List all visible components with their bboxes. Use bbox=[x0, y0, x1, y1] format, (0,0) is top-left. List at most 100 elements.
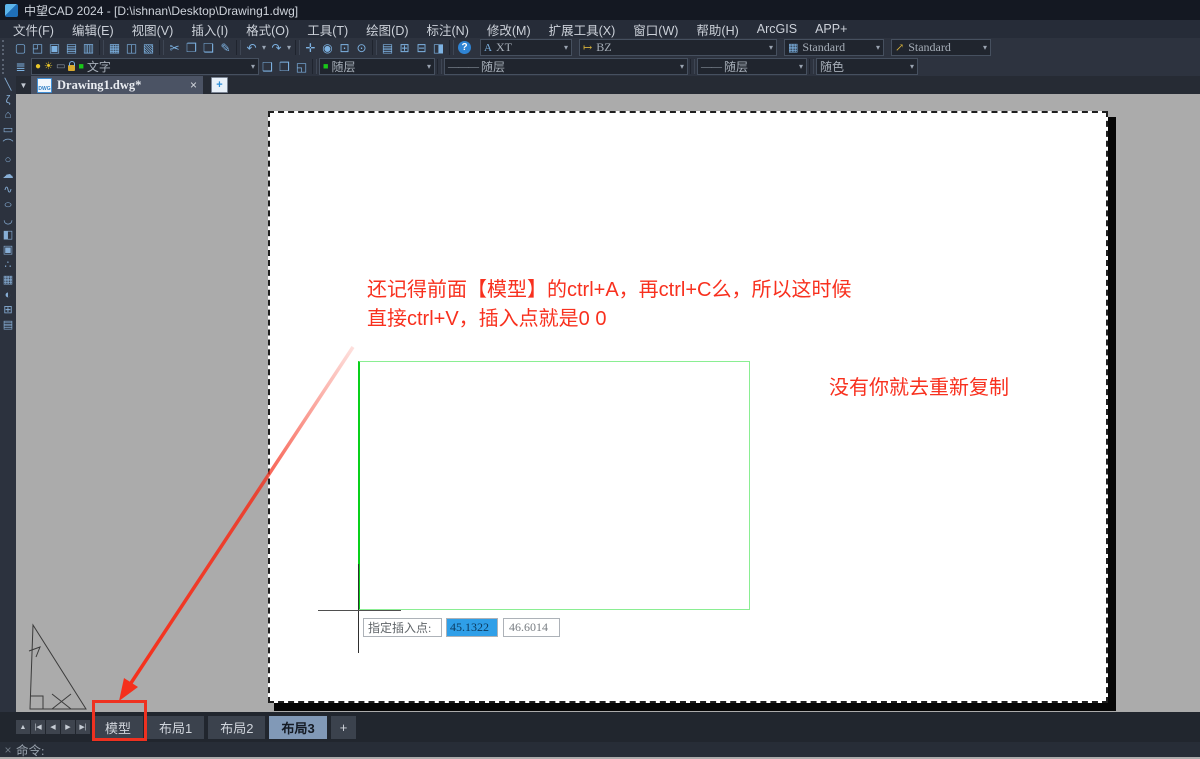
menu-item[interactable]: 窗口(W) bbox=[624, 20, 687, 38]
spline-icon[interactable]: ∿ bbox=[0, 183, 16, 198]
tab-layout2[interactable]: 布局2 bbox=[208, 716, 266, 739]
undo-dropdown-icon[interactable]: ▾ bbox=[260, 39, 268, 56]
gradient-icon[interactable]: ◐ bbox=[0, 288, 16, 303]
copy-icon[interactable]: ❐ bbox=[183, 39, 200, 56]
line-icon[interactable]: ╲ bbox=[0, 78, 16, 93]
chevron-down-icon[interactable]: ▾ bbox=[680, 62, 684, 71]
new-document-button[interactable]: + bbox=[211, 77, 228, 93]
match-properties-icon[interactable]: ✎ bbox=[217, 39, 234, 56]
ellipse-arc-icon[interactable]: ◡ bbox=[0, 213, 16, 228]
save-icon[interactable]: ▣ bbox=[46, 39, 63, 56]
layer-states-icon[interactable]: ◱ bbox=[293, 58, 310, 75]
menu-item[interactable]: 扩展工具(X) bbox=[540, 20, 625, 38]
polygon-icon[interactable]: ⌂ bbox=[0, 108, 16, 123]
tab-layout1[interactable]: 布局1 bbox=[147, 716, 205, 739]
point-icon[interactable]: ∴ bbox=[0, 258, 16, 273]
layout-nav-next-icon[interactable]: ▶ bbox=[61, 720, 75, 734]
design-center-icon[interactable]: ⊞ bbox=[396, 39, 413, 56]
add-layout-button[interactable]: + bbox=[330, 716, 357, 739]
close-icon[interactable]: × bbox=[190, 78, 197, 92]
layout-nav-prev-icon[interactable]: ◀ bbox=[46, 720, 60, 734]
dim-style-dropdown[interactable]: ↦ BZ ▾ bbox=[579, 39, 777, 56]
menu-item[interactable]: ArcGIS bbox=[748, 20, 806, 38]
help-icon[interactable]: ? bbox=[458, 41, 471, 54]
layer-dropdown[interactable]: ● ☀ ▭ ■ 文字 ▾ bbox=[31, 58, 259, 75]
document-tab[interactable]: DWG Drawing1.dwg* × bbox=[31, 76, 203, 94]
save-as-icon[interactable]: ▤ bbox=[63, 39, 80, 56]
rectangle-icon[interactable]: ▭ bbox=[0, 123, 16, 138]
arc-icon[interactable]: ⌒ bbox=[0, 138, 16, 153]
tab-layout3[interactable]: 布局3 bbox=[269, 716, 327, 739]
layer-previous-icon[interactable]: ❒ bbox=[276, 58, 293, 75]
layer-freeze-icon[interactable]: ☀ bbox=[44, 61, 53, 72]
linetype-dropdown[interactable]: ——— 随层 ▾ bbox=[444, 58, 688, 75]
dynamic-input-x[interactable]: 45.1322 bbox=[446, 618, 498, 637]
tool-palettes-icon[interactable]: ⊟ bbox=[413, 39, 430, 56]
chevron-down-icon[interactable]: ▾ bbox=[876, 43, 880, 52]
lineweight-dropdown[interactable]: —— 随层 ▾ bbox=[697, 58, 807, 75]
layout-nav-last-icon[interactable]: ▶| bbox=[76, 720, 90, 734]
publish-icon[interactable]: ▧ bbox=[140, 39, 157, 56]
zoom-realtime-icon[interactable]: ◉ bbox=[319, 39, 336, 56]
insert-block-icon[interactable]: ◧ bbox=[0, 228, 16, 243]
menu-item[interactable]: APP+ bbox=[806, 20, 856, 38]
table-style-dropdown[interactable]: ▦ Standard ▾ bbox=[784, 39, 884, 56]
plot-preview-icon[interactable]: ◫ bbox=[123, 39, 140, 56]
dynamic-input-x-value[interactable]: 45.1322 bbox=[447, 619, 497, 636]
redo-icon[interactable]: ↷ bbox=[268, 39, 285, 56]
menu-item[interactable]: 工具(T) bbox=[298, 20, 357, 38]
menu-item[interactable]: 编辑(E) bbox=[63, 20, 123, 38]
create-block-icon[interactable]: ▣ bbox=[0, 243, 16, 258]
chevron-down-icon[interactable]: ▾ bbox=[799, 62, 803, 71]
layout-nav-up-icon[interactable]: ▲ bbox=[16, 720, 30, 734]
polyline-icon[interactable]: ζ bbox=[0, 93, 16, 108]
open-icon[interactable]: ◰ bbox=[29, 39, 46, 56]
layer-on-icon[interactable]: ● bbox=[35, 61, 41, 72]
save-all-icon[interactable]: ▥ bbox=[80, 39, 97, 56]
close-icon[interactable]: × bbox=[0, 743, 16, 757]
command-line[interactable]: × 命令: bbox=[0, 742, 1200, 758]
revcloud-icon[interactable]: ☁ bbox=[0, 168, 16, 183]
paste-icon[interactable]: ❏ bbox=[200, 39, 217, 56]
chevron-down-icon[interactable]: ▾ bbox=[769, 43, 773, 52]
image-icon[interactable]: ▤ bbox=[0, 318, 16, 333]
text-style-dropdown[interactable]: A XT ▾ bbox=[480, 39, 572, 56]
table-icon[interactable]: ⊞ bbox=[0, 303, 16, 318]
hatch-icon[interactable]: ▦ bbox=[0, 273, 16, 288]
menu-item[interactable]: 帮助(H) bbox=[687, 20, 747, 38]
layout-nav-first-icon[interactable]: |◀ bbox=[31, 720, 45, 734]
properties-palette-icon[interactable]: ▤ bbox=[379, 39, 396, 56]
chevron-down-icon[interactable]: ▾ bbox=[983, 43, 987, 52]
cut-icon[interactable]: ✂ bbox=[166, 39, 183, 56]
undo-icon[interactable]: ↶ bbox=[243, 39, 260, 56]
pan-icon[interactable]: ✛ bbox=[302, 39, 319, 56]
make-current-layer-icon[interactable]: ❑ bbox=[259, 58, 276, 75]
zoom-previous-icon[interactable]: ⊙ bbox=[353, 39, 370, 56]
menu-item[interactable]: 标注(N) bbox=[418, 20, 478, 38]
circle-icon[interactable]: ○ bbox=[0, 153, 16, 168]
toolbar-grip[interactable] bbox=[2, 40, 9, 55]
layer-lock-icon[interactable] bbox=[68, 61, 76, 71]
menu-item[interactable]: 修改(M) bbox=[478, 20, 540, 38]
color-dropdown[interactable]: ■ 随层 ▾ bbox=[319, 58, 435, 75]
menu-item[interactable]: 绘图(D) bbox=[357, 20, 417, 38]
menu-item[interactable]: 格式(O) bbox=[237, 20, 298, 38]
viewport-freeze-icon[interactable]: ▭ bbox=[56, 61, 65, 72]
sheet-set-icon[interactable]: ◨ bbox=[430, 39, 447, 56]
toolbar-grip[interactable] bbox=[2, 59, 9, 74]
chevron-down-icon[interactable]: ▾ bbox=[427, 62, 431, 71]
dynamic-input-y[interactable]: 46.6014 bbox=[503, 618, 560, 637]
plot-style-dropdown[interactable]: 随色 ▾ bbox=[816, 58, 918, 75]
menu-item[interactable]: 文件(F) bbox=[4, 20, 63, 38]
new-icon[interactable]: ▢ bbox=[12, 39, 29, 56]
zoom-window-icon[interactable]: ⊡ bbox=[336, 39, 353, 56]
plot-icon[interactable]: ▦ bbox=[106, 39, 123, 56]
mleader-style-dropdown[interactable]: ↗ Standard ▾ bbox=[891, 39, 991, 56]
redo-dropdown-icon[interactable]: ▾ bbox=[285, 39, 293, 56]
chevron-down-icon[interactable]: ▾ bbox=[910, 62, 914, 71]
doc-tab-list-icon[interactable]: ▼ bbox=[16, 81, 31, 90]
menu-item[interactable]: 插入(I) bbox=[182, 20, 237, 38]
layer-properties-icon[interactable]: ≣ bbox=[12, 58, 29, 75]
chevron-down-icon[interactable]: ▾ bbox=[564, 43, 568, 52]
menu-item[interactable]: 视图(V) bbox=[123, 20, 183, 38]
